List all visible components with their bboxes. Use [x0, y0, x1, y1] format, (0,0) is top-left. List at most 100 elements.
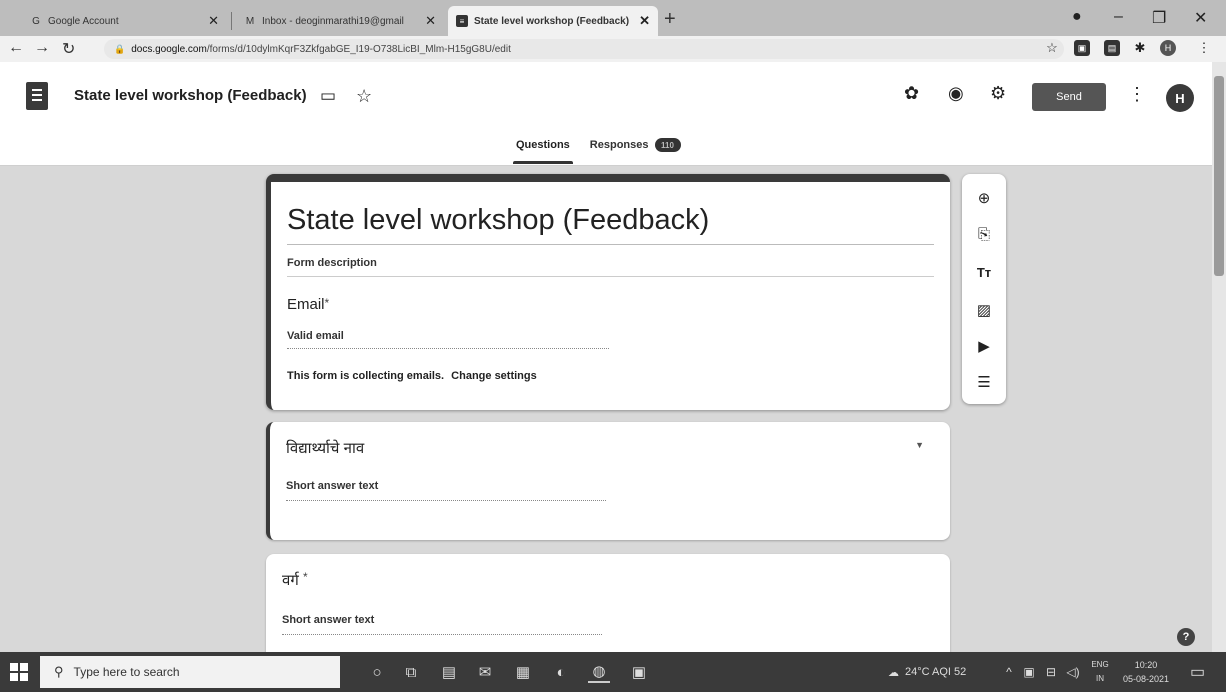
- settings-gear-icon[interactable]: ⚙: [990, 83, 1006, 104]
- tab-title: Inbox - deoginmarathi19@gmail: [262, 15, 404, 27]
- url-path: /forms/d/10dylmKqrF3ZkfgabGE_I19-O738Lic…: [206, 43, 511, 55]
- browser-tab-strip: G Google Account ✕ M Inbox - deoginmarat…: [0, 0, 1226, 36]
- question-card[interactable]: विद्यार्थ्याचे नाव ▼ Short answer text: [266, 422, 950, 540]
- task-view-icon[interactable]: ⧉: [400, 661, 422, 683]
- mail-icon[interactable]: ✉: [474, 661, 496, 683]
- back-icon[interactable]: ←: [8, 39, 24, 57]
- form-header-card[interactable]: State level workshop (Feedback) Form des…: [266, 174, 950, 410]
- tray-app-icon[interactable]: ▣: [1018, 661, 1040, 683]
- star-icon[interactable]: ☆: [356, 86, 372, 107]
- lock-icon: 🔒: [114, 43, 126, 54]
- forms-favicon-icon: ≡: [456, 15, 468, 27]
- store-icon[interactable]: ▦: [512, 661, 534, 683]
- required-asterisk: *: [324, 296, 330, 310]
- browser-tab-google-account[interactable]: G Google Account ✕: [22, 6, 227, 36]
- extension-icon[interactable]: ▣: [1074, 40, 1090, 56]
- clock[interactable]: 10:20 05-08-2021: [1118, 658, 1174, 686]
- form-canvas: State level workshop (Feedback) Form des…: [0, 166, 1212, 652]
- gmail-favicon-icon: M: [245, 15, 255, 27]
- taskbar-search-input[interactable]: ⚲ Type here to search: [40, 656, 340, 688]
- forward-icon[interactable]: →: [34, 39, 50, 57]
- question-card[interactable]: वर्ग * Short answer text: [266, 554, 950, 652]
- close-tab-icon[interactable]: ✕: [425, 13, 436, 29]
- browser-tab-gmail[interactable]: M Inbox - deoginmarathi19@gmail ✕: [236, 6, 444, 36]
- edge-icon[interactable]: ◐: [550, 661, 572, 683]
- add-section-icon[interactable]: ☰: [974, 372, 994, 392]
- collecting-emails-notice: This form is collecting emails. Change s…: [287, 370, 537, 382]
- add-title-icon[interactable]: Tт: [974, 262, 994, 282]
- show-hidden-icons-icon[interactable]: ^: [998, 661, 1020, 683]
- volume-icon[interactable]: ◁): [1062, 661, 1084, 683]
- short-answer-hint: Short answer text: [282, 614, 375, 626]
- close-tab-icon[interactable]: ✕: [208, 13, 219, 29]
- palette-icon[interactable]: ✿: [904, 83, 919, 104]
- bookmark-star-icon[interactable]: ☆: [1044, 40, 1060, 56]
- google-forms-logo-icon[interactable]: [26, 82, 48, 110]
- tab-responses[interactable]: Responses: [590, 139, 649, 151]
- forms-header: State level workshop (Feedback) ▭ ☆ ✿ ◉ …: [0, 62, 1212, 166]
- form-title-field[interactable]: State level workshop (Feedback): [287, 204, 709, 237]
- preview-eye-icon[interactable]: ◉: [948, 83, 964, 104]
- address-bar-row: ← → ↻ 🔒 docs.google.com/forms/d/10dylmKq…: [0, 36, 1226, 62]
- account-avatar[interactable]: H: [1166, 84, 1194, 112]
- add-image-icon[interactable]: ▨: [974, 300, 994, 320]
- tab-questions[interactable]: Questions: [513, 139, 573, 164]
- profile-avatar[interactable]: H: [1160, 40, 1176, 56]
- notifications-icon[interactable]: ▭: [1190, 662, 1205, 682]
- language-indicator[interactable]: ENG IN: [1088, 658, 1112, 686]
- reload-icon[interactable]: ↻: [62, 39, 75, 59]
- answer-underline: [282, 634, 602, 635]
- tab-title: Google Account: [48, 15, 119, 27]
- page-scrollbar[interactable]: [1212, 62, 1226, 652]
- question-title[interactable]: वर्ग *: [282, 570, 308, 590]
- form-name[interactable]: State level workshop (Feedback): [74, 87, 307, 104]
- clock-time: 10:20: [1134, 660, 1158, 670]
- divider: [287, 244, 934, 245]
- search-icon: ⚲: [54, 664, 64, 679]
- answer-underline: [286, 500, 606, 501]
- extension-icon[interactable]: ▤: [1104, 40, 1120, 56]
- minimize-icon[interactable]: –: [1114, 8, 1123, 26]
- chrome-icon[interactable]: ◍: [588, 661, 610, 683]
- change-settings-link[interactable]: Change settings: [451, 370, 537, 382]
- responses-count-badge: 110: [654, 138, 681, 152]
- question-title[interactable]: विद्यार्थ्याचे नाव: [286, 438, 364, 458]
- weather-widget[interactable]: ☁ 24°C AQI 52: [888, 652, 966, 692]
- cloud-icon: ☁: [888, 666, 899, 679]
- close-window-icon[interactable]: ✕: [1194, 8, 1207, 28]
- new-tab-button[interactable]: +: [664, 8, 676, 31]
- tab-separator: [231, 12, 232, 30]
- news-icon[interactable]: ▤: [438, 661, 460, 683]
- question-toolbar: ⊕ ⎘ Tт ▨ ▶ ☰: [962, 174, 1006, 404]
- add-video-icon[interactable]: ▶: [974, 336, 994, 356]
- network-icon[interactable]: ⊟: [1040, 661, 1062, 683]
- chrome-menu-icon[interactable]: ⋮: [1196, 40, 1212, 56]
- answer-underline: [287, 348, 609, 349]
- google-favicon-icon: G: [32, 15, 40, 27]
- url-input[interactable]: 🔒 docs.google.com/forms/d/10dylmKqrF3Zkf…: [104, 39, 1064, 59]
- profile-dot-icon[interactable]: ●: [1072, 8, 1082, 26]
- add-question-icon[interactable]: ⊕: [974, 188, 994, 208]
- email-answer-hint: Valid email: [287, 330, 344, 342]
- photos-icon[interactable]: ▣: [628, 661, 650, 683]
- help-icon[interactable]: ?: [1177, 628, 1195, 646]
- puzzle-extensions-icon[interactable]: ✱: [1132, 40, 1148, 56]
- import-questions-icon[interactable]: ⎘: [974, 224, 994, 244]
- folder-icon[interactable]: ▭: [320, 86, 336, 106]
- chevron-down-icon[interactable]: ▼: [915, 440, 924, 450]
- scroll-thumb[interactable]: [1214, 76, 1224, 276]
- browser-tab-forms[interactable]: ≡ State level workshop (Feedback) ✕: [448, 6, 658, 36]
- divider: [287, 276, 934, 277]
- send-button[interactable]: Send: [1032, 83, 1106, 111]
- weather-text: 24°C AQI 52: [905, 666, 967, 678]
- maximize-icon[interactable]: ❐: [1152, 8, 1166, 28]
- required-asterisk: *: [302, 570, 308, 584]
- more-options-icon[interactable]: ⋮: [1128, 84, 1146, 105]
- form-description-field[interactable]: Form description: [287, 257, 377, 269]
- close-tab-icon[interactable]: ✕: [639, 13, 650, 29]
- windows-start-icon[interactable]: [10, 663, 28, 681]
- url-host: docs.google.com: [131, 43, 207, 55]
- tab-title: State level workshop (Feedback): [474, 15, 630, 27]
- cortana-icon[interactable]: ○: [366, 661, 388, 683]
- short-answer-hint: Short answer text: [286, 480, 379, 492]
